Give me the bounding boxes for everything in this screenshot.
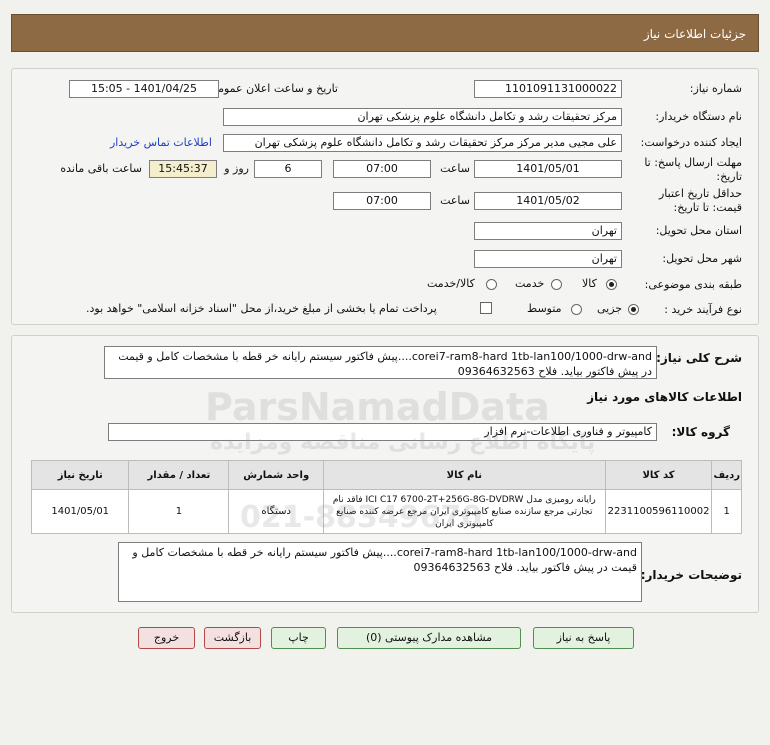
page-header: جزئیات اطلاعات نیاز bbox=[11, 14, 759, 52]
col-unit: واحد شمارش bbox=[228, 460, 325, 490]
item-unit: دستگاه bbox=[228, 489, 325, 534]
treasury-text: پرداخت تمام یا بخشی از مبلغ خرید،از محل … bbox=[86, 302, 437, 315]
creator-label: ایجاد کننده درخواست: bbox=[640, 136, 742, 149]
col-name: نام کالا bbox=[323, 460, 606, 490]
treasury-checkbox[interactable] bbox=[480, 302, 492, 314]
summary-label: شرح کلی نیاز: bbox=[656, 351, 742, 365]
need-number-field: 1101091131000022 bbox=[474, 80, 622, 98]
buyer-notes-text: corei7-ram8-hard 1tb-lan100/1000-drw-and… bbox=[118, 542, 642, 602]
city-label: شهر محل تحویل: bbox=[662, 252, 742, 265]
process-radio-partial[interactable] bbox=[628, 304, 639, 315]
goods-section-title: اطلاعات کالاهای مورد نیاز bbox=[587, 390, 742, 404]
buyer-label: نام دستگاه خریدار: bbox=[655, 110, 742, 123]
remaining-label: ساعت باقی مانده bbox=[60, 162, 142, 175]
summary-text: corei7-ram8-hard 1tb-lan100/1000-drw-and… bbox=[104, 346, 657, 379]
deadline-time-label: ساعت bbox=[440, 162, 470, 175]
need-number-label: شماره نیاز: bbox=[689, 82, 742, 95]
deadline-date-field: 1401/05/01 bbox=[474, 160, 622, 178]
process-radio-medium[interactable] bbox=[571, 304, 582, 315]
category-option-service: خدمت bbox=[515, 277, 545, 290]
table-row: 1 2231100596110002 رایانه رومیزی مدل ICI… bbox=[30, 489, 742, 534]
print-button[interactable]: چاپ bbox=[271, 627, 326, 649]
exit-button[interactable]: خروج bbox=[138, 627, 195, 649]
item-qty: 1 bbox=[128, 489, 230, 534]
buyer-field: مرکز تحقیقات رشد و تکامل دانشگاه علوم پز… bbox=[223, 108, 622, 126]
announce-field: 1401/04/25 - 15:05 bbox=[69, 80, 219, 98]
attachments-button[interactable]: مشاهده مدارک پیوستی (0) bbox=[337, 627, 521, 649]
category-radio-goods[interactable] bbox=[606, 279, 617, 290]
province-field: تهران bbox=[474, 222, 622, 240]
buyer-notes-label: توضیحات خریدار: bbox=[640, 568, 742, 582]
category-option-goods-service: کالا/خدمت bbox=[427, 277, 475, 290]
back-button[interactable]: بازگشت bbox=[204, 627, 261, 649]
process-option-medium: متوسط bbox=[527, 302, 562, 315]
deadline-time-field: 07:00 bbox=[333, 160, 431, 178]
goods-table-header: ردیف کد کالا نام کالا واحد شمارش تعداد /… bbox=[30, 460, 742, 490]
goods-group-label: گروه کالا: bbox=[671, 425, 730, 439]
validity-time-label: ساعت bbox=[440, 194, 470, 207]
item-name: رایانه رومیزی مدل ICI C17 6700-2T+256G-8… bbox=[323, 489, 606, 534]
item-date: 1401/05/01 bbox=[30, 489, 130, 534]
city-field: تهران bbox=[474, 250, 622, 268]
process-option-partial: جزیی bbox=[597, 302, 623, 315]
creator-field: علی مجیی مدیر مرکز مرکز تحقیقات رشد و تک… bbox=[223, 134, 622, 152]
goods-table: ردیف کد کالا نام کالا واحد شمارش تعداد /… bbox=[30, 460, 742, 534]
goods-group-field: کامپیوتر و فناوری اطلاعات-نرم افزار bbox=[108, 423, 657, 441]
category-radio-goods-service[interactable] bbox=[486, 279, 497, 290]
item-code: 2231100596110002 bbox=[604, 489, 713, 534]
reply-button[interactable]: پاسخ به نیاز bbox=[533, 627, 634, 649]
validity-label: حداقل تاریخ اعتبار قیمت: تا تاریخ: bbox=[658, 187, 742, 214]
province-label: استان محل تحویل: bbox=[655, 224, 742, 237]
row-number: 1 bbox=[711, 489, 742, 534]
deadline-label: مهلت ارسال پاسخ: تا تاریخ: bbox=[644, 156, 742, 183]
process-label: نوع فرآیند خرید : bbox=[664, 303, 742, 316]
announce-label: تاریخ و ساعت اعلان عمومی: bbox=[205, 82, 338, 95]
col-code: کد کالا bbox=[604, 460, 713, 490]
validity-date-field: 1401/05/02 bbox=[474, 192, 622, 210]
col-qty: تعداد / مقدار bbox=[128, 460, 230, 490]
days-field: 6 bbox=[254, 160, 322, 178]
buyer-contact-link[interactable]: اطلاعات تماس خریدار bbox=[110, 136, 212, 149]
col-row: ردیف bbox=[711, 460, 742, 490]
category-radio-service[interactable] bbox=[551, 279, 562, 290]
validity-time-field: 07:00 bbox=[333, 192, 431, 210]
category-option-goods: کالا bbox=[582, 277, 597, 290]
days-label: روز و bbox=[224, 162, 249, 175]
category-label: طبقه بندی موضوعی: bbox=[644, 278, 742, 291]
col-date: تاریخ نیاز bbox=[30, 460, 130, 490]
page-title: جزئیات اطلاعات نیاز bbox=[643, 27, 746, 41]
remaining-time-field: 15:45:37 bbox=[149, 160, 217, 178]
